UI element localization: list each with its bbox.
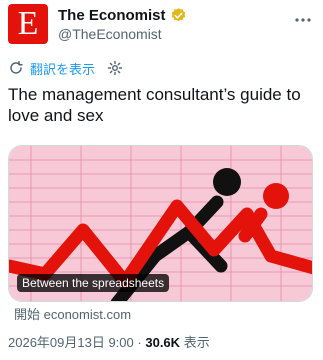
- card-source[interactable]: 開始 economist.com: [14, 307, 131, 323]
- display-name-row: The Economist: [58, 6, 187, 25]
- tweet-meta: 2026年09月13日 9:00 · 30.6K 表示: [8, 334, 210, 352]
- avatar[interactable]: E: [8, 4, 48, 44]
- tweet-header: E The Economist @TheEconomist: [8, 4, 315, 46]
- gear-icon[interactable]: [107, 60, 123, 76]
- views-count: 30.6K: [145, 335, 181, 350]
- economist-logo: E: [17, 5, 39, 42]
- translate-row: 翻訳を表示: [8, 58, 123, 78]
- link-card[interactable]: Between the spreadsheets: [8, 145, 313, 302]
- display-name[interactable]: The Economist: [58, 6, 166, 25]
- more-options-icon[interactable]: [293, 10, 313, 30]
- handle[interactable]: @TheEconomist: [58, 25, 187, 44]
- meta-separator: ·: [137, 335, 142, 350]
- tweet-text: The management consultant’s guide to lov…: [8, 85, 301, 125]
- author-names: The Economist @TheEconomist: [58, 6, 187, 44]
- translate-link[interactable]: 翻訳を表示: [30, 59, 95, 78]
- image-caption: Between the spreadsheets: [17, 274, 170, 292]
- views-label: 表示: [183, 335, 210, 350]
- verified-badge-icon: [171, 8, 185, 22]
- timestamp[interactable]: 2026年09月13日 9:00: [8, 335, 134, 350]
- translate-icon: [10, 61, 23, 74]
